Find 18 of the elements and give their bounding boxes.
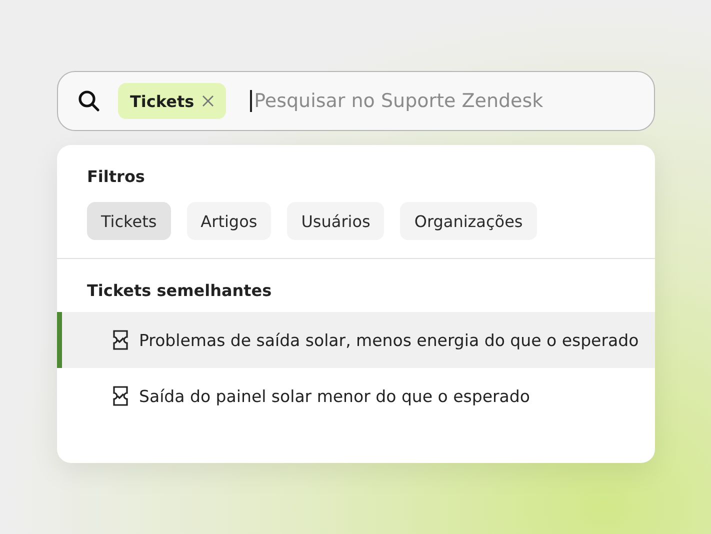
- ticket-title: Problemas de saída solar, menos energia do que o esperado: [139, 330, 639, 350]
- chip-label: Tickets: [130, 92, 194, 110]
- search-icon: [78, 90, 100, 112]
- close-icon[interactable]: [202, 95, 214, 107]
- filter-button[interactable]: Artigos: [186, 202, 272, 240]
- text-cursor: [250, 90, 252, 112]
- ticket-title: Saída do painel solar menor do que o esperado: [139, 386, 530, 406]
- ticket-row[interactable]: Problemas de saída solar, menos energia do que o esperado: [57, 312, 655, 368]
- search-bar[interactable]: Tickets Pesquisar no Suporte Zendesk: [57, 71, 655, 131]
- section-title: Filtros: [87, 167, 146, 186]
- search-field[interactable]: Pesquisar no Suporte Zendesk: [252, 90, 634, 112]
- filter-button[interactable]: Organizações: [400, 202, 537, 240]
- section-title: Tickets semelhantes: [87, 281, 273, 300]
- ticket-icon: [112, 330, 129, 350]
- ticket-icon: [112, 386, 129, 406]
- filter-button[interactable]: Usuários: [287, 202, 384, 240]
- ticket-row[interactable]: Saída do painel solar menor do que o esperado: [57, 368, 655, 424]
- filter-button[interactable]: Tickets: [87, 202, 171, 240]
